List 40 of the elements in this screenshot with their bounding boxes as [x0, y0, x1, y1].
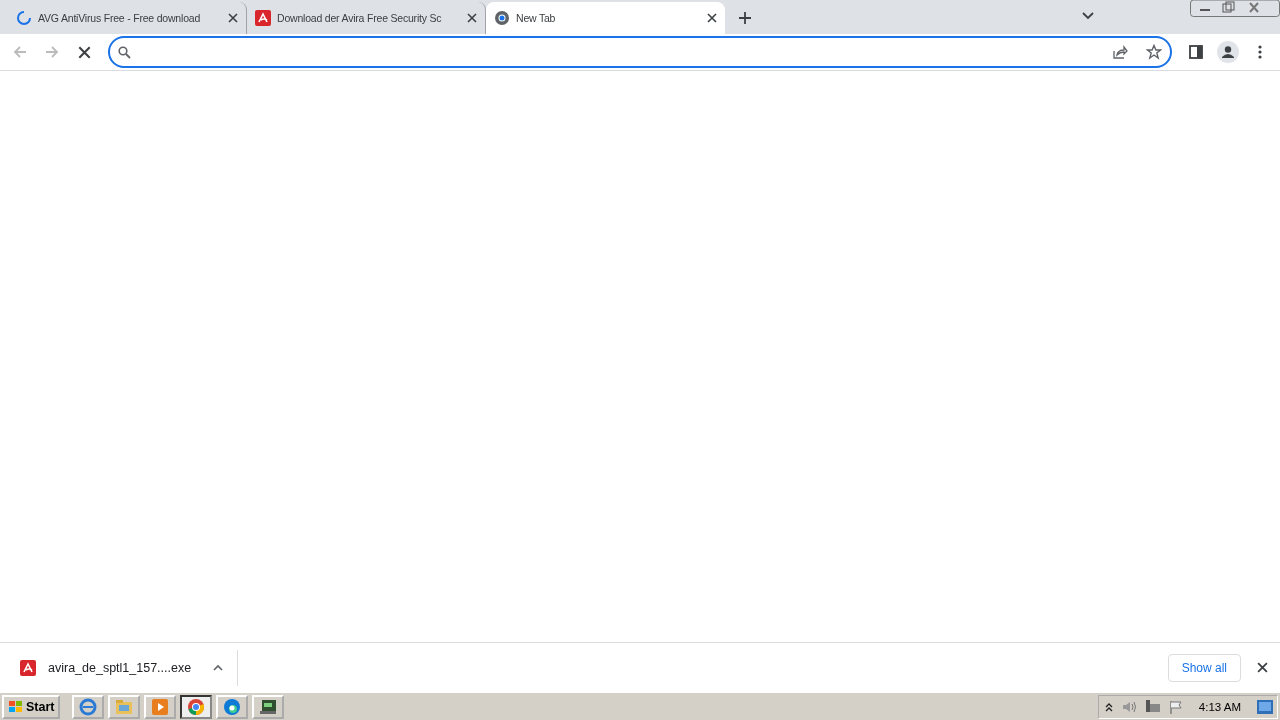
side-panel-icon[interactable] — [1189, 45, 1203, 59]
close-icon[interactable] — [228, 13, 238, 23]
clock[interactable]: 4:13 AM — [1198, 700, 1241, 713]
network-icon[interactable] — [1144, 698, 1161, 715]
chevron-down-icon[interactable] — [1082, 12, 1094, 20]
chrome-icon — [494, 10, 510, 26]
profile-avatar-icon[interactable] — [1217, 41, 1239, 63]
plus-icon[interactable] — [738, 11, 752, 25]
chevron-up-icon[interactable] — [1104, 701, 1113, 712]
windows-logo-icon — [8, 699, 24, 714]
browser-tab[interactable]: New Tab — [486, 2, 725, 34]
download-filename: avira_de_sptl1_157....exe — [48, 660, 192, 675]
search-icon — [118, 45, 131, 59]
browser-tab[interactable]: AVG AntiVirus Free - Free download — [8, 2, 247, 34]
internet-explorer-icon — [79, 697, 98, 716]
avira-logo-icon — [255, 10, 271, 26]
window-controls-drawing[interactable] — [1190, 0, 1280, 17]
more-menu-icon[interactable] — [1258, 45, 1262, 59]
chrome-icon — [187, 697, 206, 716]
chevron-up-icon[interactable] — [213, 664, 224, 671]
show-all-button[interactable]: Show all — [1167, 653, 1241, 682]
close-icon[interactable] — [467, 13, 477, 23]
star-icon[interactable] — [1146, 44, 1162, 60]
taskbar-app-button[interactable] — [180, 694, 213, 719]
share-icon[interactable] — [1112, 44, 1128, 60]
browser-tab[interactable]: Download der Avira Free Security Sc — [247, 2, 486, 34]
download-item[interactable]: avira_de_sptl1_157....exe — [20, 649, 239, 686]
avira-logo-icon — [20, 659, 36, 676]
folder-icon — [115, 698, 134, 715]
close-icon[interactable] — [1257, 662, 1268, 673]
flag-icon[interactable] — [1168, 699, 1183, 714]
close-icon[interactable] — [707, 13, 717, 23]
address-bar[interactable] — [108, 36, 1172, 68]
edge-icon — [223, 697, 242, 716]
start-button[interactable]: Start — [2, 694, 61, 719]
show-desktop-icon[interactable] — [1257, 699, 1273, 714]
close-icon[interactable] — [77, 45, 91, 59]
loading-spinner-icon — [16, 10, 32, 26]
media-player-icon — [152, 698, 169, 715]
monitor-icon — [259, 698, 278, 715]
